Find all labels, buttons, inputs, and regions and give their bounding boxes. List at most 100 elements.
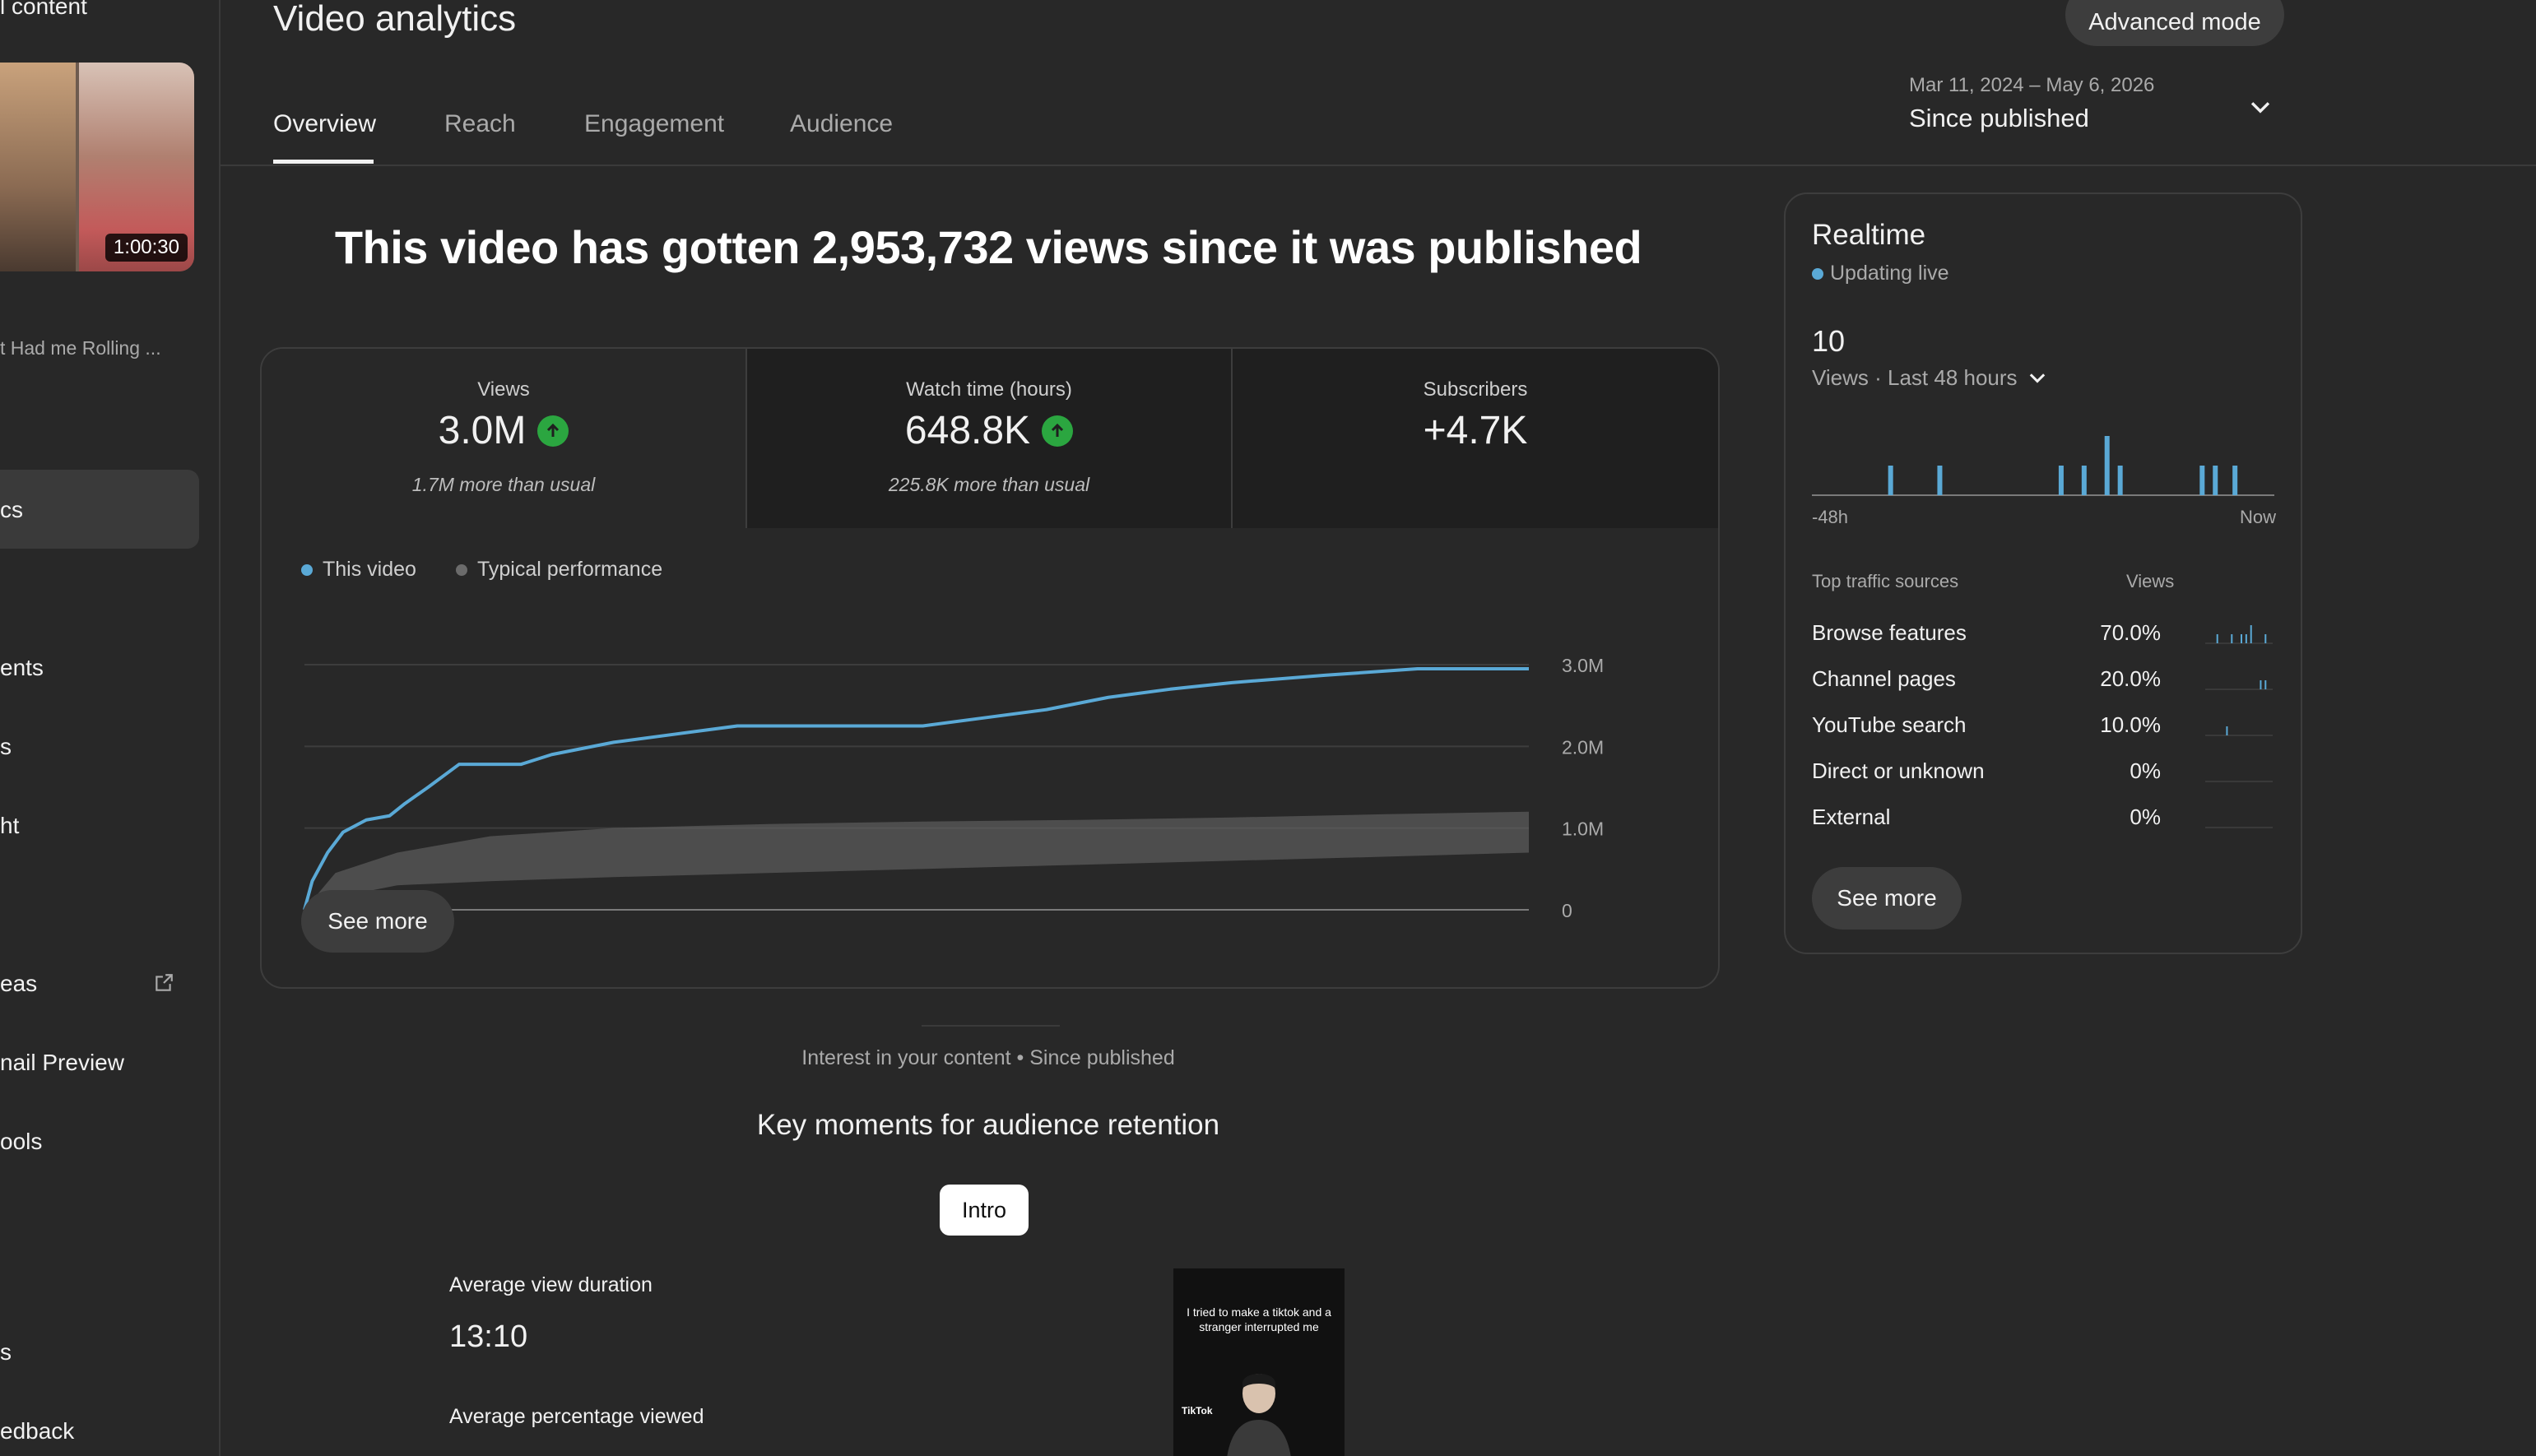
tab-engagement[interactable]: Engagement (584, 110, 724, 138)
arrow-up-icon (1042, 415, 1074, 447)
realtime-bar (2058, 466, 2064, 495)
sparkline-bar (2226, 726, 2228, 735)
date-range[interactable]: Mar 11, 2024 – May 6, 2026 (1909, 74, 2154, 97)
traffic-source-pct: 0% (2130, 805, 2161, 829)
metric-label: Subscribers (1423, 378, 1528, 401)
realtime-count: 10 (1812, 324, 1846, 358)
avg-percentage-viewed-label: Average percentage viewed (449, 1405, 704, 1428)
see-more-button[interactable]: See more (301, 890, 454, 953)
realtime-axis-end: Now (2239, 507, 2276, 527)
views-headline: This video has gotten 2,953,732 views si… (334, 221, 1642, 273)
advanced-mode-button[interactable]: Advanced mode (2065, 0, 2284, 46)
legend-label: Typical performance (477, 558, 663, 581)
page-title: Video analytics (273, 0, 517, 39)
metric-views[interactable]: Views 3.0M 1.7M more than usual (262, 349, 747, 528)
date-range-label[interactable]: Since published (1909, 104, 2089, 133)
y-tick-label: 1.0M (1562, 818, 1604, 840)
tab-overview[interactable]: Overview (273, 110, 376, 138)
sparkline-bar (2231, 634, 2233, 643)
sidebar-item-tools[interactable]: ools (0, 1129, 42, 1155)
sidebar-item-copyright[interactable]: ht (0, 813, 19, 839)
legend-dot (456, 563, 467, 576)
traffic-sparkline (2205, 781, 2273, 782)
sparkline-bar (2250, 625, 2252, 643)
sidebar-item-feedback[interactable]: edback (0, 1418, 74, 1444)
live-dot (1812, 267, 1823, 280)
header-divider (219, 165, 2536, 166)
y-tick-label: 2.0M (1562, 736, 1604, 758)
realtime-period-label: Views · Last 48 hours (1812, 365, 2018, 390)
sidebar-heading: l content (0, 0, 87, 19)
traffic-sparkline (2205, 827, 2273, 828)
y-tick-label: 3.0M (1562, 655, 1604, 676)
sparkline-bar (2245, 634, 2247, 643)
sidebar-item-ideas[interactable]: eas (0, 971, 37, 997)
key-moments-title: Key moments for audience retention (756, 1109, 1220, 1141)
metric-subscribers[interactable]: Subscribers +4.7K (1233, 349, 1718, 528)
legend-dot (301, 563, 313, 576)
sidebar-item-thumbnail-preview[interactable]: nail Preview (0, 1050, 124, 1076)
traffic-sources-header: Top traffic sources (1812, 571, 1959, 591)
legend-label: This video (323, 558, 416, 581)
realtime-card: Realtime Updating live 10 Views · Last 4… (1784, 192, 2302, 954)
section-divider (922, 1025, 1060, 1027)
video-duration: 1:00:30 (105, 234, 188, 262)
traffic-source-name: Channel pages (1812, 666, 1956, 691)
realtime-bar (2081, 466, 2087, 495)
traffic-source-name: Browse features (1812, 620, 1967, 645)
traffic-source-name: External (1812, 805, 1891, 829)
legend-this-video: This video (301, 558, 416, 582)
realtime-see-more-button[interactable]: See more (1812, 867, 1962, 930)
chevron-down-icon[interactable] (2246, 94, 2274, 122)
realtime-bar (1888, 466, 1893, 495)
metric-watch-time[interactable]: Watch time (hours) 648.8K 225.8K more th… (747, 349, 1233, 528)
traffic-sparkline (2205, 680, 2273, 690)
thumbnail-left-image (0, 63, 76, 271)
avg-view-duration-label: Average view duration (449, 1273, 653, 1296)
realtime-bar-chart[interactable] (1812, 424, 2274, 498)
legend-typical: Typical performance (456, 558, 662, 582)
metric-subtext: 225.8K more than usual (888, 474, 1090, 495)
realtime-bar (2199, 466, 2205, 495)
traffic-sparkline (2205, 625, 2273, 644)
realtime-status: Updating live (1830, 262, 1949, 285)
arrow-up-icon (537, 415, 569, 447)
traffic-row-external[interactable]: External 0% (1812, 801, 2273, 834)
sidebar-item-subtitles[interactable]: s (0, 734, 12, 760)
realtime-bar (2117, 466, 2123, 495)
sidebar-active-highlight (0, 470, 199, 549)
interest-caption: Interest in your content • Since publish… (801, 1046, 1175, 1069)
video-thumbnail[interactable]: 1:00:30 (0, 63, 194, 271)
realtime-period-dropdown[interactable]: Views · Last 48 hours (1812, 365, 2049, 391)
thumbnail-caption: I tried to make a tiktok and a stranger … (1187, 1305, 1331, 1333)
traffic-row-direct[interactable]: Direct or unknown 0% (1812, 755, 2273, 788)
traffic-source-name: Direct or unknown (1812, 758, 1985, 783)
views-chart[interactable]: 3.0M2.0M1.0M00132264396528660792 days (262, 596, 1718, 925)
video-title: t Had me Rolling ... (0, 337, 161, 359)
y-tick-label: 0 (1562, 900, 1572, 921)
sidebar-item-settings[interactable]: s (0, 1339, 12, 1366)
key-moment-video-thumbnail[interactable]: I tried to make a tiktok and a stranger … (1173, 1268, 1345, 1456)
traffic-source-pct: 0% (2130, 758, 2161, 783)
metric-subtext: 1.7M more than usual (411, 474, 596, 495)
traffic-row-search[interactable]: YouTube search 10.0% (1812, 709, 2273, 742)
realtime-bar (2104, 436, 2110, 495)
traffic-sparkline (2205, 726, 2273, 736)
intro-chip[interactable]: Intro (940, 1185, 1029, 1236)
sidebar: l content 1:00:30 t Had me Rolling ... c… (0, 0, 221, 1456)
realtime-bar (2232, 466, 2238, 495)
tab-reach[interactable]: Reach (444, 110, 516, 138)
active-tab-indicator (273, 160, 374, 164)
sidebar-item-analytics[interactable]: cs (0, 497, 23, 523)
tab-audience[interactable]: Audience (790, 110, 893, 138)
traffic-row-browse[interactable]: Browse features 70.0% (1812, 617, 2273, 650)
traffic-views-header: Views (2126, 571, 2175, 591)
traffic-row-channel[interactable]: Channel pages 20.0% (1812, 663, 2273, 696)
sparkline-bar (2260, 680, 2262, 689)
traffic-source-name: YouTube search (1812, 712, 1967, 737)
traffic-source-pct: 70.0% (2100, 620, 2161, 645)
realtime-bar (2213, 466, 2218, 495)
sidebar-item-comments[interactable]: ents (0, 655, 44, 681)
metric-value: 648.8K (904, 409, 1031, 452)
traffic-source-pct: 10.0% (2100, 712, 2161, 737)
